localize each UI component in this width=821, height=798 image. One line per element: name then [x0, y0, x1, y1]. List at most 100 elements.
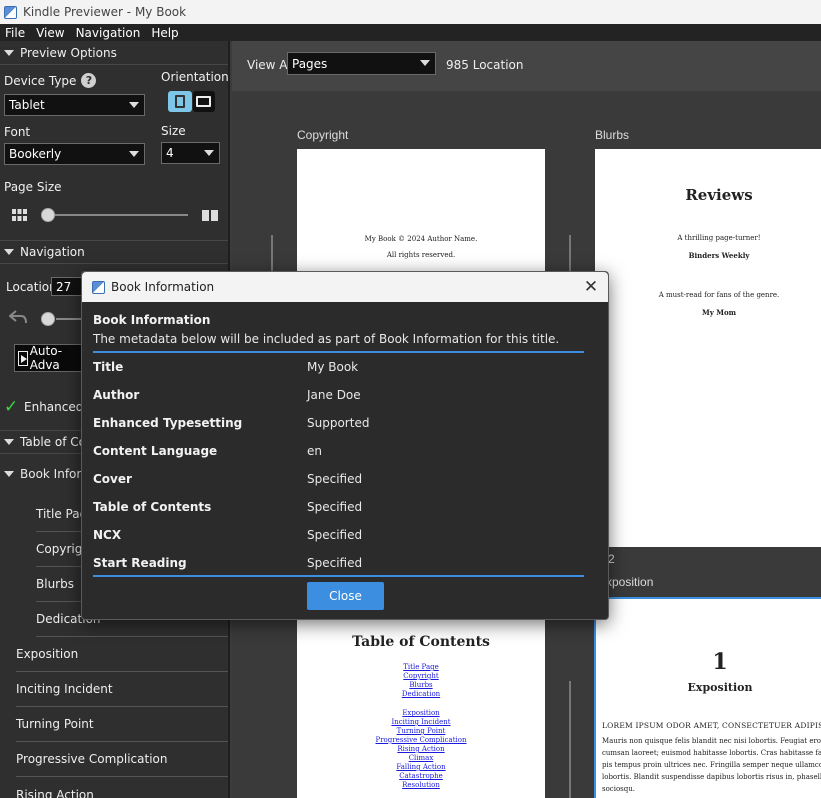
dialog-description: The metadata below will be included as p…	[93, 332, 560, 346]
device-type-label-wrap: Device Type ?	[4, 73, 97, 88]
divider-rule	[93, 575, 584, 577]
preview-options-header[interactable]: Preview Options	[0, 41, 228, 65]
toc-chapter-progressive-complication[interactable]: Progressive Complication	[16, 742, 228, 777]
review-source: My Mom	[701, 308, 737, 317]
toc-chapter-exposition[interactable]: Exposition	[16, 637, 228, 672]
page-size-slider-handle[interactable]	[41, 208, 55, 222]
grid-large-icon[interactable]	[202, 210, 218, 221]
collapse-triangle-icon	[4, 439, 14, 445]
page-size-label: Page Size	[4, 180, 62, 194]
toc-link[interactable]: Blurbs	[297, 681, 545, 690]
toc-chapter-label: Turning Point	[16, 717, 94, 731]
landscape-orientation-button[interactable]	[193, 91, 215, 112]
location-count: 985 Location	[446, 58, 524, 72]
info-value: Specified	[307, 500, 363, 514]
toc-link[interactable]: Copyright	[297, 672, 545, 681]
dialog-heading: Book Information	[93, 313, 211, 327]
collapse-triangle-icon	[4, 49, 14, 56]
info-row-content-language: Content Language en	[93, 437, 584, 465]
location-slider-handle[interactable]	[41, 312, 55, 326]
back-arrow-icon[interactable]	[8, 310, 27, 324]
location-value: 27	[56, 279, 72, 294]
toc-chapter-label: Inciting Incident	[16, 682, 113, 696]
chevron-down-icon	[420, 60, 430, 66]
blurbs-page[interactable]: Reviews A thrilling page-turner! Binders…	[595, 149, 821, 547]
navigation-header[interactable]: Navigation	[0, 240, 228, 264]
toc-link[interactable]: Resolution	[297, 781, 545, 790]
info-row-author: Author Jane Doe	[93, 381, 584, 409]
toc-link[interactable]: Dedication	[297, 690, 545, 699]
toc-link[interactable]: Falling Action	[297, 763, 545, 772]
grid-small-icon[interactable]	[12, 209, 27, 221]
chevron-down-icon	[204, 150, 214, 156]
info-value: Jane Doe	[307, 388, 361, 402]
toc-link[interactable]: Exposition	[297, 709, 545, 718]
chapter-title: Exposition	[687, 681, 753, 694]
page-label-copyright: Copyright	[297, 128, 349, 142]
info-key: NCX	[93, 528, 122, 542]
body-line: cumsan laoreet; euismod habitasse lobort…	[602, 749, 821, 757]
device-type-select[interactable]: Tablet	[4, 94, 145, 116]
info-key: Content Language	[93, 444, 218, 458]
chapter-number: 1	[712, 649, 728, 675]
close-icon[interactable]: ✕	[582, 278, 600, 296]
page-size-slider-track[interactable]	[42, 214, 188, 216]
info-row-title: Title My Book	[93, 353, 584, 381]
toc-link[interactable]: Turning Point	[297, 727, 545, 736]
window-titlebar: Kindle Previewer - My Book	[0, 0, 821, 24]
portrait-orientation-button[interactable]	[168, 91, 192, 112]
toc-chapter-label: Progressive Complication	[16, 752, 168, 766]
view-mode-select[interactable]: Pages	[287, 52, 436, 75]
chapter-lead: LOREM IPSUM ODOR AMET, CONSECTETUER ADIP…	[602, 721, 821, 730]
dialog-titlebar[interactable]: Book Information ✕	[82, 272, 608, 302]
menu-bar: File View Navigation Help	[0, 24, 821, 41]
chevron-down-icon	[129, 102, 139, 108]
toc-link[interactable]: Climax	[297, 754, 545, 763]
location-slider-track[interactable]	[56, 318, 81, 320]
close-button[interactable]: Close	[307, 582, 384, 610]
toc-chapter-label: Exposition	[16, 647, 79, 661]
page-divider	[569, 681, 571, 798]
toc-link[interactable]: Progressive Complication	[297, 736, 545, 745]
menu-view[interactable]: View	[31, 26, 70, 40]
size-select[interactable]: 4	[161, 142, 220, 164]
toc-chapter-inciting-incident[interactable]: Inciting Incident	[16, 672, 228, 707]
font-select[interactable]: Bookerly	[4, 143, 145, 165]
collapse-triangle-icon	[4, 249, 14, 255]
auto-advance-button[interactable]: Auto-Adva	[14, 344, 84, 372]
review-source: Binders Weekly	[688, 251, 750, 260]
copyright-line: My Book © 2024 Author Name.	[364, 235, 478, 243]
body-line: pis tempus proin ultrices nec. Fringilla…	[602, 761, 821, 769]
play-icon	[18, 350, 28, 366]
size-label: Size	[161, 124, 186, 138]
info-key: Author	[93, 388, 140, 402]
auto-advance-label: Auto-Adva	[29, 344, 63, 372]
help-icon[interactable]: ?	[81, 73, 97, 88]
location-label: Location	[6, 280, 57, 294]
location-input[interactable]: 27	[51, 277, 85, 296]
kindle-previewer-app-icon	[92, 280, 105, 294]
table-of-contents-page[interactable]: Table of Contents Title Page Copyright B…	[297, 617, 545, 798]
info-row-start-reading: Start Reading Specified	[93, 549, 584, 577]
toc-link[interactable]: Inciting Incident	[297, 718, 545, 727]
toc-link[interactable]: Rising Action	[297, 745, 545, 754]
book-information-dialog: Book Information ✕ Book Information The …	[81, 271, 609, 620]
review-quote: A thrilling page-turner!	[677, 234, 761, 242]
toc-link[interactable]: Catastrophe	[297, 772, 545, 781]
landscape-device-icon	[196, 96, 211, 107]
navigation-label: Navigation	[20, 245, 85, 259]
toc-chapter-rising-action[interactable]: Rising Action	[16, 777, 228, 798]
info-value: Specified	[307, 528, 363, 542]
menu-navigation[interactable]: Navigation	[71, 26, 147, 40]
menu-file[interactable]: File	[0, 26, 31, 40]
exposition-page[interactable]: 1 Exposition LOREM IPSUM ODOR AMET, CONS…	[594, 597, 821, 798]
info-row-cover: Cover Specified	[93, 465, 584, 493]
menu-help[interactable]: Help	[146, 26, 184, 40]
info-key: Table of Contents	[93, 500, 212, 514]
toc-link[interactable]: Title Page	[297, 663, 545, 672]
body-line: lobortis. Blandit suspendisse dapibus lo…	[602, 773, 821, 781]
expand-triangle-icon	[4, 471, 14, 477]
body-line: Mauris non quisque felis blandit nec nis…	[602, 737, 821, 745]
view-mode-value: Pages	[292, 56, 328, 71]
toc-chapter-turning-point[interactable]: Turning Point	[16, 707, 228, 742]
